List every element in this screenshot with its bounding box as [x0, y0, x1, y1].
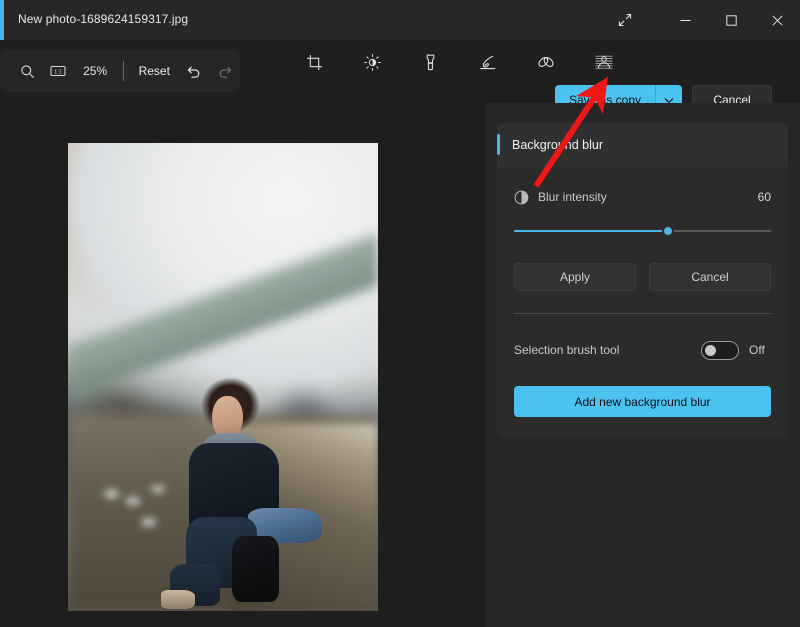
retouch-icon[interactable] — [528, 50, 564, 90]
background-blur-icon[interactable] — [586, 50, 622, 90]
zoom-level-label: 25% — [83, 64, 108, 78]
expand-icon[interactable] — [602, 0, 648, 40]
blur-intensity-row: Blur intensity 60 — [514, 187, 771, 207]
apply-button[interactable]: Apply — [514, 263, 636, 291]
window-title: New photo-1689624159317.jpg — [18, 12, 189, 26]
title-bar: New photo-1689624159317.jpg — [0, 0, 800, 40]
header-accent-bar — [497, 134, 500, 155]
minimize-icon[interactable] — [662, 0, 708, 40]
selection-brush-row: Selection brush tool Off — [514, 339, 771, 361]
contrast-icon — [514, 190, 529, 205]
background-blur-body: Blur intensity 60 Apply Cancel Selection… — [497, 167, 788, 417]
marker-icon[interactable] — [412, 50, 448, 90]
blur-intensity-slider[interactable] — [514, 221, 771, 241]
window-accent-strip — [0, 0, 4, 40]
selection-brush-toggle[interactable] — [701, 340, 739, 360]
reset-button[interactable]: Reset — [130, 59, 179, 83]
add-new-background-blur-button[interactable]: Add new background blur — [514, 386, 771, 417]
selection-brush-state: Off — [749, 343, 765, 357]
window-controls — [662, 0, 800, 40]
slider-thumb[interactable] — [662, 225, 675, 237]
slider-fill — [514, 230, 669, 232]
toolbar-divider — [122, 61, 124, 81]
editing-panel: Background blur Blur intensity 60 Apply … — [485, 103, 800, 627]
zoom-out-icon[interactable] — [13, 55, 44, 87]
photo-subject — [68, 143, 378, 611]
panel-divider — [514, 313, 771, 314]
redo-icon[interactable] — [209, 55, 240, 87]
blur-intensity-label: Blur intensity — [538, 190, 607, 204]
selection-brush-label: Selection brush tool — [514, 343, 620, 357]
actual-size-icon[interactable]: 1:1 — [43, 55, 74, 87]
panel-cancel-button[interactable]: Cancel — [649, 263, 771, 291]
apply-cancel-row: Apply Cancel — [514, 263, 771, 291]
background-blur-card: Background blur Blur intensity 60 Apply … — [497, 123, 788, 438]
highlighter-icon[interactable] — [470, 50, 506, 90]
brightness-icon[interactable] — [354, 50, 390, 90]
section-title: Background blur — [512, 138, 604, 152]
background-blur-header: Background blur — [497, 123, 788, 167]
editor-toolbar: 1:1 25% Reset Save as copy Cancel — [0, 40, 800, 115]
photo-editor-window: New photo-1689624159317.jpg 1:1 25% Rese… — [0, 0, 800, 627]
image-canvas[interactable] — [0, 103, 485, 627]
undo-icon[interactable] — [179, 55, 210, 87]
toggle-knob — [705, 344, 716, 356]
crop-icon[interactable] — [296, 50, 332, 90]
zoom-controls-group: 1:1 25% Reset — [0, 50, 240, 92]
svg-text:1:1: 1:1 — [55, 69, 63, 75]
maximize-icon[interactable] — [708, 0, 754, 40]
edited-photo[interactable] — [68, 143, 378, 611]
blur-intensity-value: 60 — [757, 190, 771, 204]
close-icon[interactable] — [754, 0, 800, 40]
